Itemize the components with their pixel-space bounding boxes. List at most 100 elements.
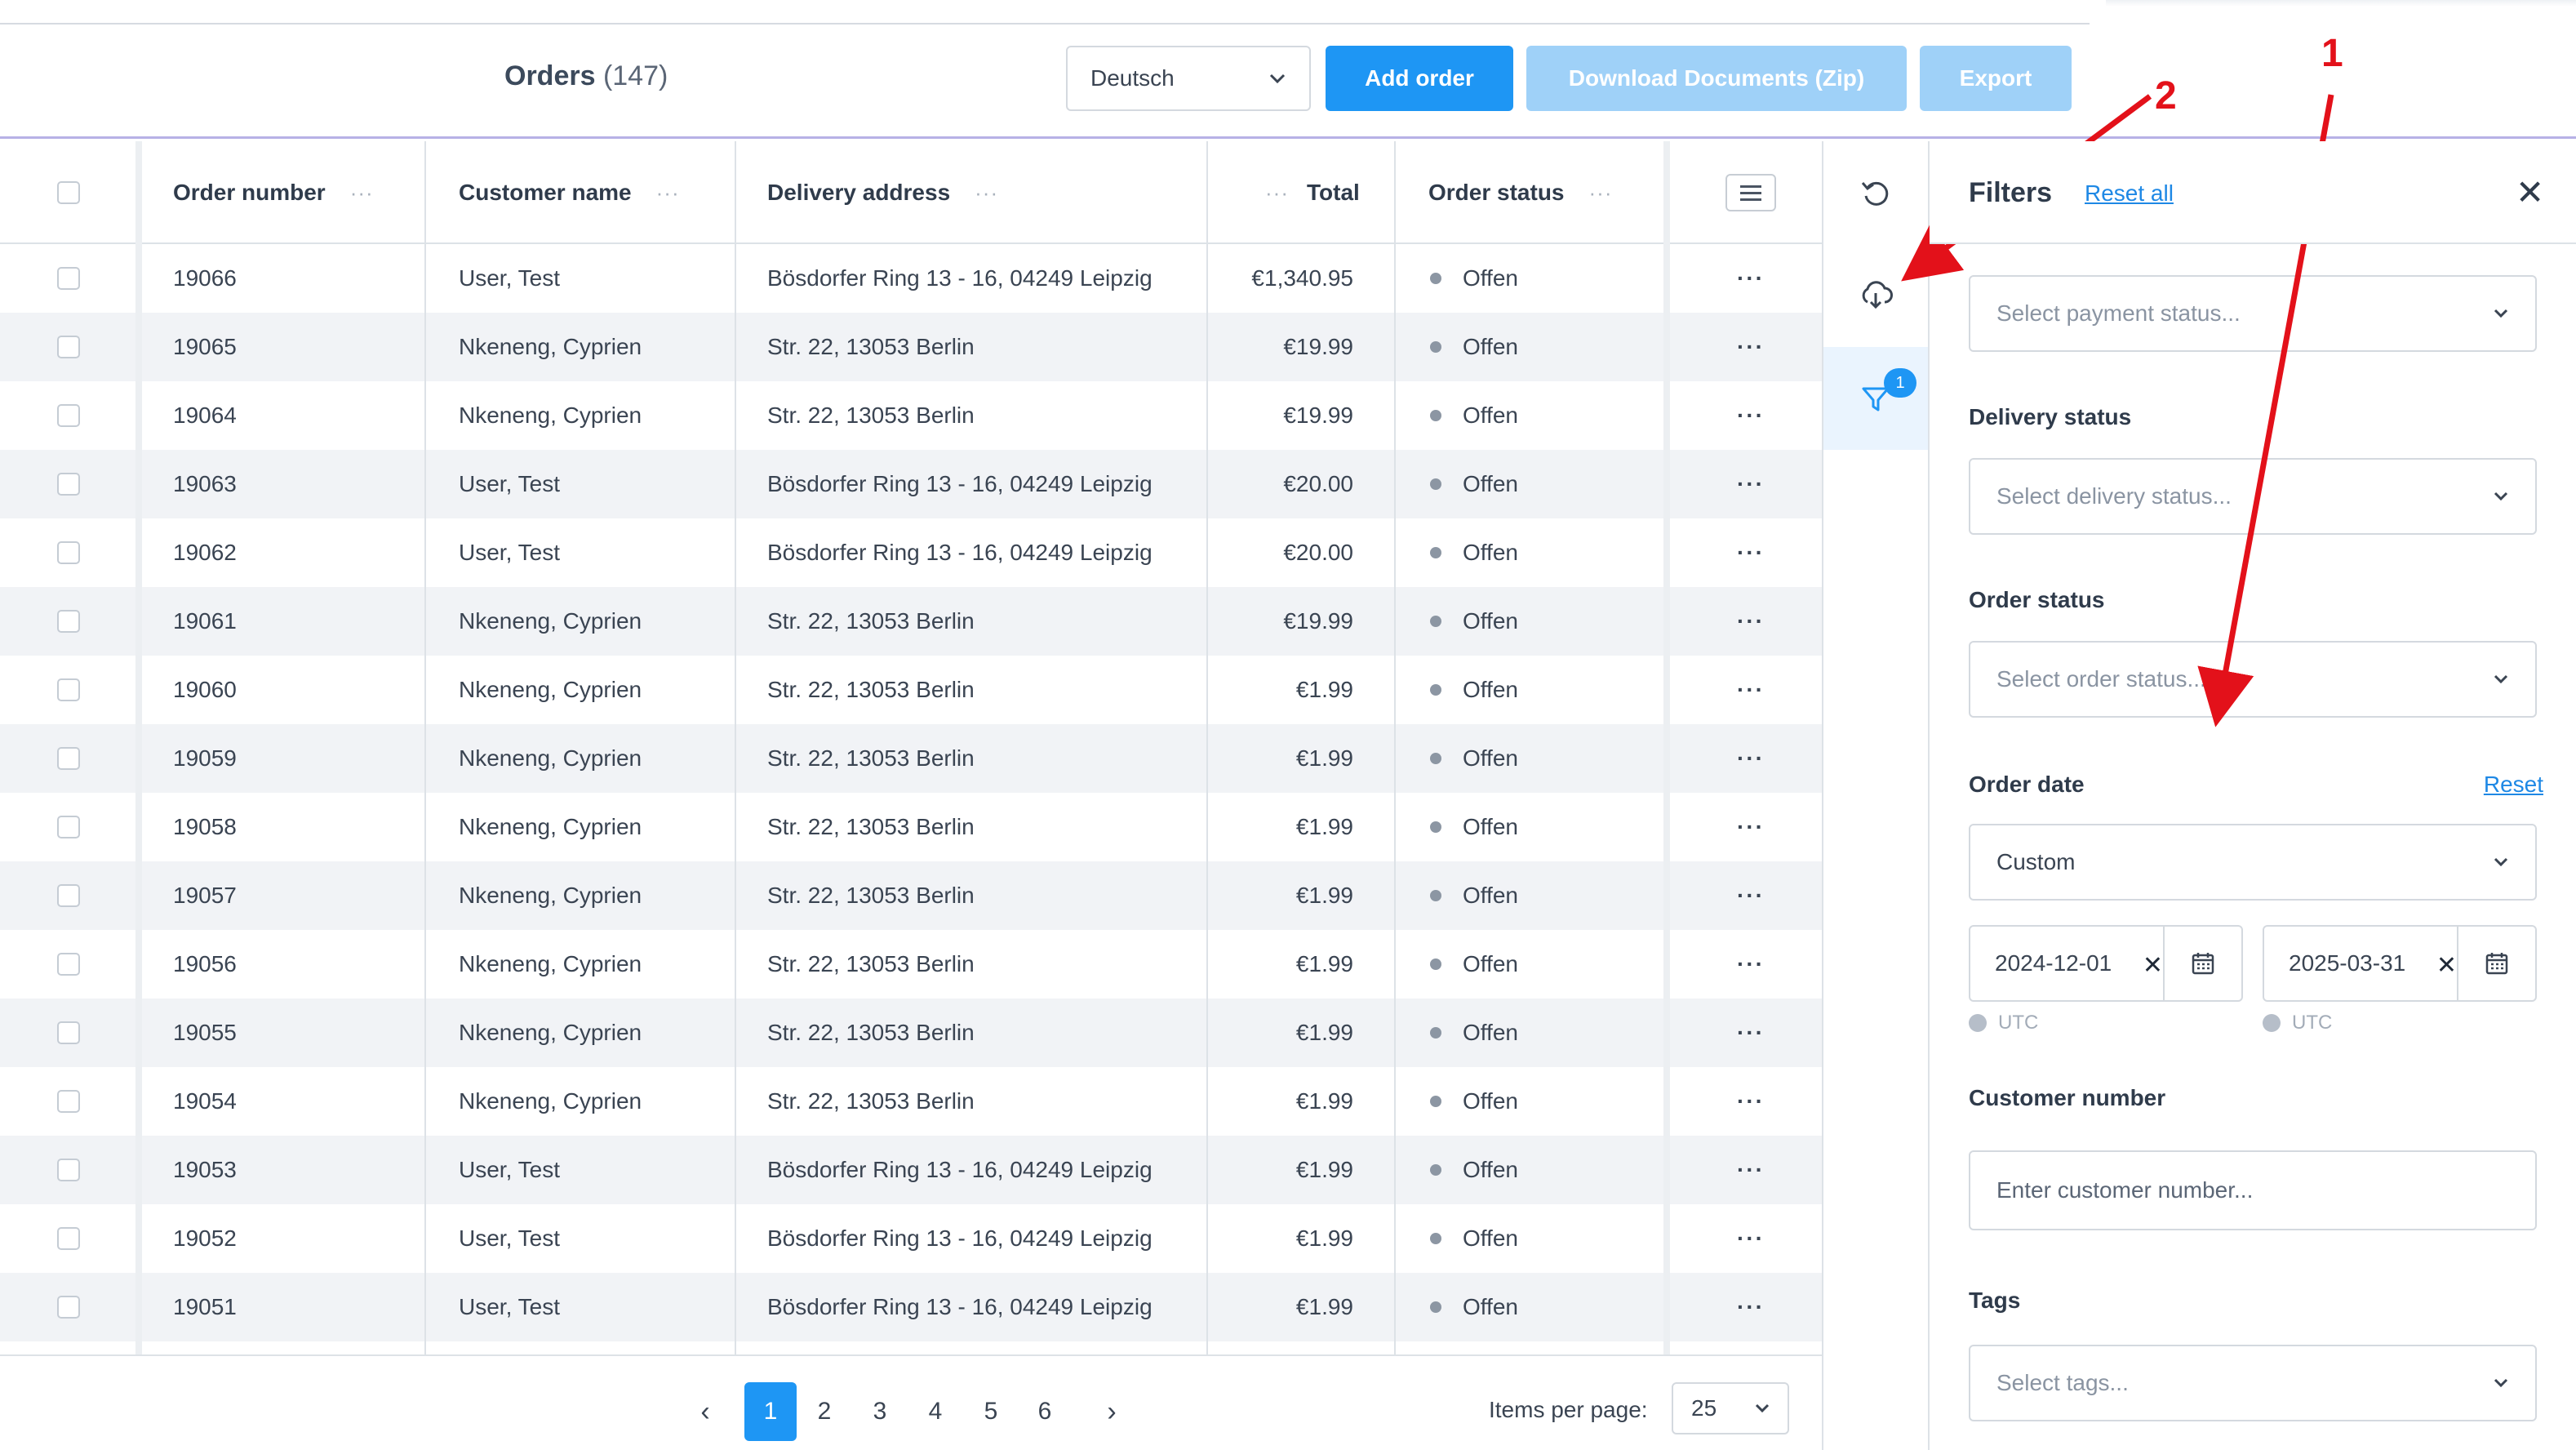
table-row[interactable]: 19065 Nkeneng, Cyprien Str. 22, 13053 Berl…	[0, 313, 1822, 381]
order-number-cell[interactable]: 19063	[173, 450, 237, 518]
table-row[interactable]: 19062 User, Test Bösdorfer Ring 13 - 16, 0…	[0, 518, 1822, 587]
row-actions-icon[interactable]: ···	[1737, 793, 1765, 861]
order-number-cell[interactable]: 19055	[173, 999, 237, 1067]
column-order-status[interactable]: Order status ···	[1428, 141, 1612, 244]
page-button-4[interactable]: 4	[909, 1382, 962, 1441]
row-actions-icon[interactable]: ···	[1737, 587, 1765, 656]
table-row[interactable]: 19066 User, Test Bösdorfer Ring 13 - 16, 0…	[0, 244, 1822, 313]
order-number-cell[interactable]: 19057	[173, 861, 237, 930]
order-number-cell[interactable]: 19062	[173, 518, 237, 587]
row-checkbox[interactable]	[57, 816, 80, 838]
row-actions-icon[interactable]: ···	[1737, 1204, 1765, 1273]
order-number-cell[interactable]: 19053	[173, 1136, 237, 1204]
row-actions-icon[interactable]: ···	[1737, 930, 1765, 999]
download-panel-button[interactable]	[1823, 244, 1928, 347]
column-total[interactable]: ··· Total	[1265, 141, 1360, 244]
row-checkbox[interactable]	[57, 1021, 80, 1044]
table-row[interactable]: 19059 Nkeneng, Cyprien Str. 22, 13053 Berl…	[0, 724, 1822, 793]
table-row[interactable]: 19061 Nkeneng, Cyprien Str. 22, 13053 Berl…	[0, 587, 1822, 656]
row-checkbox[interactable]	[57, 610, 80, 633]
order-number-cell[interactable]: 19052	[173, 1204, 237, 1273]
table-row[interactable]: 19064 Nkeneng, Cyprien Str. 22, 13053 Berl…	[0, 381, 1822, 450]
reset-view-button[interactable]	[1823, 141, 1928, 244]
row-actions-icon[interactable]: ···	[1737, 1273, 1765, 1341]
date-from-calendar-button[interactable]	[2163, 927, 2241, 1000]
row-actions-icon[interactable]: ···	[1737, 999, 1765, 1067]
order-number-cell[interactable]: 19060	[173, 656, 237, 724]
column-customer-name[interactable]: Customer name ···	[459, 141, 680, 244]
table-row[interactable]: 19063 User, Test Bösdorfer Ring 13 - 16, 0…	[0, 450, 1822, 518]
order-date-range-select[interactable]: Custom	[1969, 824, 2537, 901]
date-to-calendar-button[interactable]	[2457, 927, 2535, 1000]
table-row[interactable]: 19051 User, Test Bösdorfer Ring 13 - 16, 0…	[0, 1273, 1822, 1341]
download-documents-button[interactable]: Download Documents (Zip)	[1526, 46, 1907, 111]
page-button-5[interactable]: 5	[965, 1382, 1017, 1441]
table-row[interactable]: 19060 Nkeneng, Cyprien Str. 22, 13053 Berl…	[0, 656, 1822, 724]
row-actions-icon[interactable]: ···	[1737, 1067, 1765, 1136]
column-delivery-address[interactable]: Delivery address ···	[767, 141, 998, 244]
select-all-checkbox[interactable]	[57, 181, 80, 204]
filter-panel-button[interactable]: 1	[1823, 347, 1928, 450]
export-button[interactable]: Export	[1920, 46, 2072, 111]
row-actions-icon[interactable]: ···	[1737, 244, 1765, 313]
prev-page-button[interactable]: ‹	[679, 1382, 731, 1441]
page-button-1[interactable]: 1	[744, 1382, 797, 1441]
payment-status-select[interactable]: Select payment status...	[1969, 275, 2537, 352]
table-row[interactable]: 19056 Nkeneng, Cyprien Str. 22, 13053 Berl…	[0, 930, 1822, 999]
date-from-field[interactable]: 2024-12-01 ✕	[1969, 925, 2243, 1002]
order-number-cell[interactable]: 19051	[173, 1273, 237, 1341]
column-options-icon[interactable]: ···	[656, 180, 680, 206]
order-number-cell[interactable]: 19056	[173, 930, 237, 999]
tags-select[interactable]: Select tags...	[1969, 1345, 2537, 1421]
order-number-cell[interactable]: 19054	[173, 1067, 237, 1136]
clear-date-to-icon[interactable]: ✕	[2434, 951, 2457, 980]
page-button-2[interactable]: 2	[798, 1382, 851, 1441]
row-checkbox[interactable]	[57, 1090, 80, 1113]
column-options-icon[interactable]: ···	[1265, 180, 1289, 206]
order-number-cell[interactable]: 19061	[173, 587, 237, 656]
row-checkbox[interactable]	[57, 678, 80, 701]
row-checkbox[interactable]	[57, 541, 80, 564]
row-checkbox[interactable]	[57, 1227, 80, 1250]
table-row[interactable]: 19055 Nkeneng, Cyprien Str. 22, 13053 Berl…	[0, 999, 1822, 1067]
table-row[interactable]: 19052 User, Test Bösdorfer Ring 13 - 16, 0…	[0, 1204, 1822, 1273]
column-settings-button[interactable]	[1725, 174, 1776, 211]
order-number-cell[interactable]: 19058	[173, 793, 237, 861]
row-actions-icon[interactable]: ···	[1737, 1136, 1765, 1204]
row-actions-icon[interactable]: ···	[1737, 450, 1765, 518]
order-status-select[interactable]: Select order status...	[1969, 641, 2537, 718]
row-checkbox[interactable]	[57, 747, 80, 770]
page-button-6[interactable]: 6	[1019, 1382, 1071, 1441]
date-from-input[interactable]: 2024-12-01 ✕	[1970, 927, 2163, 1000]
customer-number-input[interactable]: Enter customer number...	[1969, 1150, 2537, 1230]
order-date-reset-link[interactable]: Reset	[2484, 772, 2543, 798]
date-to-field[interactable]: 2025-03-31 ✕	[2263, 925, 2537, 1002]
close-icon[interactable]: ✕	[2516, 172, 2544, 212]
row-actions-icon[interactable]: ···	[1737, 656, 1765, 724]
reset-all-link[interactable]: Reset all	[2085, 180, 2174, 207]
order-number-cell[interactable]: 19059	[173, 724, 237, 793]
page-button-3[interactable]: 3	[854, 1382, 906, 1441]
row-actions-icon[interactable]: ···	[1737, 518, 1765, 587]
column-options-icon[interactable]: ···	[350, 180, 374, 206]
row-checkbox[interactable]	[57, 884, 80, 907]
column-options-icon[interactable]: ···	[1589, 180, 1613, 206]
add-order-button[interactable]: Add order	[1326, 46, 1513, 111]
row-checkbox[interactable]	[57, 1296, 80, 1319]
next-page-button[interactable]: ›	[1086, 1382, 1138, 1441]
row-checkbox[interactable]	[57, 473, 80, 496]
row-checkbox[interactable]	[57, 1159, 80, 1181]
row-checkbox[interactable]	[57, 953, 80, 976]
order-number-cell[interactable]: 19065	[173, 313, 237, 381]
row-checkbox[interactable]	[57, 404, 80, 427]
column-order-number[interactable]: Order number ···	[173, 141, 374, 244]
delivery-status-select[interactable]: Select delivery status...	[1969, 458, 2537, 535]
language-select[interactable]: Deutsch	[1066, 46, 1311, 111]
row-actions-icon[interactable]: ···	[1737, 313, 1765, 381]
table-row[interactable]: 19053 User, Test Bösdorfer Ring 13 - 16, 0…	[0, 1136, 1822, 1204]
row-actions-icon[interactable]: ···	[1737, 861, 1765, 930]
date-to-input[interactable]: 2025-03-31 ✕	[2264, 927, 2457, 1000]
clear-date-from-icon[interactable]: ✕	[2140, 951, 2163, 980]
table-row[interactable]: 19054 Nkeneng, Cyprien Str. 22, 13053 Berl…	[0, 1067, 1822, 1136]
order-number-cell[interactable]: 19066	[173, 244, 237, 313]
